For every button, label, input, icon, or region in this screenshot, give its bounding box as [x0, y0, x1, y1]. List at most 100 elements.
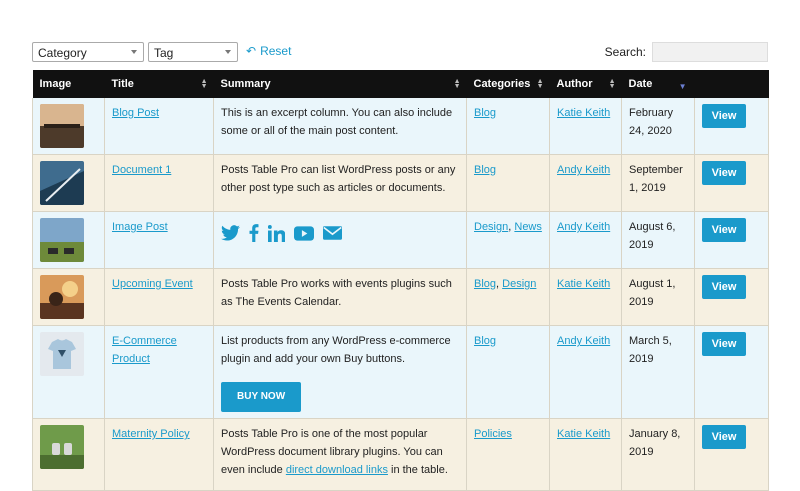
view-button[interactable]: View — [702, 275, 746, 299]
view-button[interactable]: View — [702, 425, 746, 449]
action-cell: View — [694, 418, 769, 491]
thumbnail-image[interactable] — [40, 218, 84, 262]
author-link[interactable]: Katie Keith — [557, 278, 610, 290]
download-link[interactable]: direct download links — [286, 464, 388, 476]
post-title-link[interactable]: Image Post — [112, 221, 168, 233]
table-row: E-Commerce Product List products from an… — [32, 325, 769, 419]
buy-now-button[interactable]: BUY NOW — [221, 382, 302, 412]
filter-bar: Category Tag ↶ Reset Search: — [32, 42, 768, 64]
tag-dropdown[interactable]: Tag — [148, 42, 238, 62]
summary-text: List products from any WordPress e-comme… — [221, 335, 451, 365]
summary-text: in the table. — [387, 464, 448, 476]
column-header-actions — [694, 70, 769, 98]
action-cell: View — [694, 268, 769, 326]
post-title-link[interactable]: Maternity Policy — [112, 428, 190, 440]
column-header-image: Image — [32, 70, 105, 98]
posts-table-page: Category Tag ↶ Reset Search: Image Title ▲… — [0, 0, 800, 491]
author-link[interactable]: Katie Keith — [557, 428, 610, 440]
summary-cell: Posts Table Pro is one of the most popul… — [213, 418, 467, 491]
table-row: Upcoming Event Posts Table Pro works wit… — [32, 268, 769, 326]
category-dropdown[interactable]: Category — [32, 42, 144, 62]
thumbnail-image[interactable] — [40, 161, 84, 205]
search-label: Search: — [604, 45, 646, 59]
social-icons — [221, 224, 459, 248]
tag-dropdown-label: Tag — [154, 46, 174, 60]
title-cell: Maternity Policy — [104, 418, 214, 491]
twitter-icon[interactable] — [221, 225, 240, 247]
author-cell: Katie Keith — [549, 418, 622, 491]
linkedin-icon[interactable] — [267, 224, 286, 248]
categories-cell: Policies — [466, 418, 550, 491]
categories-cell: Blog — [466, 154, 550, 212]
date-cell: January 8, 2019 — [621, 418, 695, 491]
category-link[interactable]: Blog — [474, 278, 496, 290]
date-cell: March 5, 2019 — [621, 325, 695, 419]
title-cell: Document 1 — [104, 154, 214, 212]
category-dropdown-label: Category — [38, 46, 87, 60]
author-cell: Katie Keith — [549, 268, 622, 326]
posts-table: Image Title ▲ ▼ Summary ▲ ▼ Categories ▲ ▼ Aut… — [32, 70, 769, 491]
column-header-author[interactable]: Author ▲ ▼ — [549, 70, 622, 98]
summary-cell: List products from any WordPress e-comme… — [213, 325, 467, 419]
post-title-link[interactable]: Blog Post — [112, 107, 159, 119]
table-row: Maternity Policy Posts Table Pro is one … — [32, 418, 769, 491]
youtube-icon[interactable] — [294, 225, 314, 247]
view-button[interactable]: View — [702, 161, 746, 185]
post-title-link[interactable]: Document 1 — [112, 164, 171, 176]
column-header-title[interactable]: Title ▲ ▼ — [104, 70, 214, 98]
categories-cell: Design, News — [466, 211, 550, 269]
image-cell — [32, 418, 105, 491]
post-title-link[interactable]: Upcoming Event — [112, 278, 193, 290]
summary-cell: Posts Table Pro can list WordPress posts… — [213, 154, 467, 212]
search-input[interactable] — [652, 42, 768, 62]
table-row: Image Post Design, News Andy Keith Augus… — [32, 211, 769, 269]
image-cell — [32, 154, 105, 212]
sort-icon: ▲ ▼ — [453, 78, 461, 90]
date-cell: August 6, 2019 — [621, 211, 695, 269]
categories-cell: Blog, Design — [466, 268, 550, 326]
reset-button[interactable]: ↶ Reset — [246, 44, 291, 58]
sort-icon: ▲ ▼ — [200, 78, 208, 90]
action-cell: View — [694, 154, 769, 212]
column-header-categories[interactable]: Categories ▲ ▼ — [466, 70, 550, 98]
author-cell: Katie Keith — [549, 98, 622, 155]
categories-cell: Blog — [466, 98, 550, 155]
category-link[interactable]: Design — [474, 221, 508, 233]
category-link[interactable]: Blog — [474, 164, 496, 176]
action-cell: View — [694, 325, 769, 419]
category-link[interactable]: Blog — [474, 107, 496, 119]
column-header-date[interactable]: Date ▼ — [621, 70, 695, 98]
category-link[interactable]: Policies — [474, 428, 512, 440]
categories-cell: Blog — [466, 325, 550, 419]
chevron-down-icon — [131, 50, 137, 54]
thumbnail-image[interactable] — [40, 425, 84, 469]
sort-icon: ▲ ▼ — [536, 78, 544, 90]
category-link[interactable]: News — [514, 221, 542, 233]
image-cell — [32, 325, 105, 419]
column-header-summary[interactable]: Summary ▲ ▼ — [213, 70, 467, 98]
facebook-icon[interactable] — [249, 224, 259, 248]
title-cell: Blog Post — [104, 98, 214, 155]
sort-desc-icon: ▼ — [678, 82, 687, 91]
author-link[interactable]: Andy Keith — [557, 221, 610, 233]
reset-icon: ↶ — [246, 44, 257, 58]
thumbnail-image[interactable] — [40, 332, 84, 376]
author-link[interactable]: Katie Keith — [557, 107, 610, 119]
image-cell — [32, 268, 105, 326]
thumbnail-image[interactable] — [40, 104, 84, 148]
view-button[interactable]: View — [702, 104, 746, 128]
table-row: Document 1 Posts Table Pro can list Word… — [32, 154, 769, 212]
author-link[interactable]: Andy Keith — [557, 164, 610, 176]
author-link[interactable]: Andy Keith — [557, 335, 610, 347]
post-title-link[interactable]: E-Commerce Product — [112, 335, 177, 365]
category-link[interactable]: Design — [502, 278, 536, 290]
date-cell: February 24, 2020 — [621, 98, 695, 155]
email-icon[interactable] — [323, 226, 342, 246]
author-cell: Andy Keith — [549, 325, 622, 419]
date-cell: August 1, 2019 — [621, 268, 695, 326]
view-button[interactable]: View — [702, 218, 746, 242]
category-link[interactable]: Blog — [474, 335, 496, 347]
view-button[interactable]: View — [702, 332, 746, 356]
thumbnail-image[interactable] — [40, 275, 84, 319]
image-cell — [32, 211, 105, 269]
